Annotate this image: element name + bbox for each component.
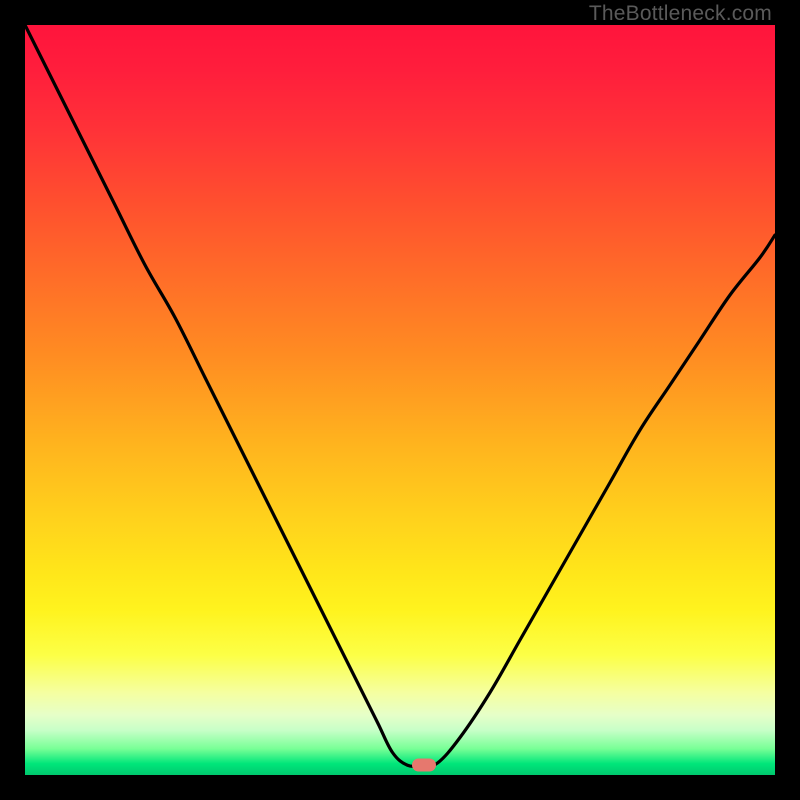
curve-path — [25, 25, 775, 766]
watermark-text: TheBottleneck.com — [589, 2, 772, 26]
chart-stage: TheBottleneck.com — [0, 0, 800, 800]
plot-area — [25, 25, 775, 775]
bottleneck-curve — [25, 25, 775, 775]
